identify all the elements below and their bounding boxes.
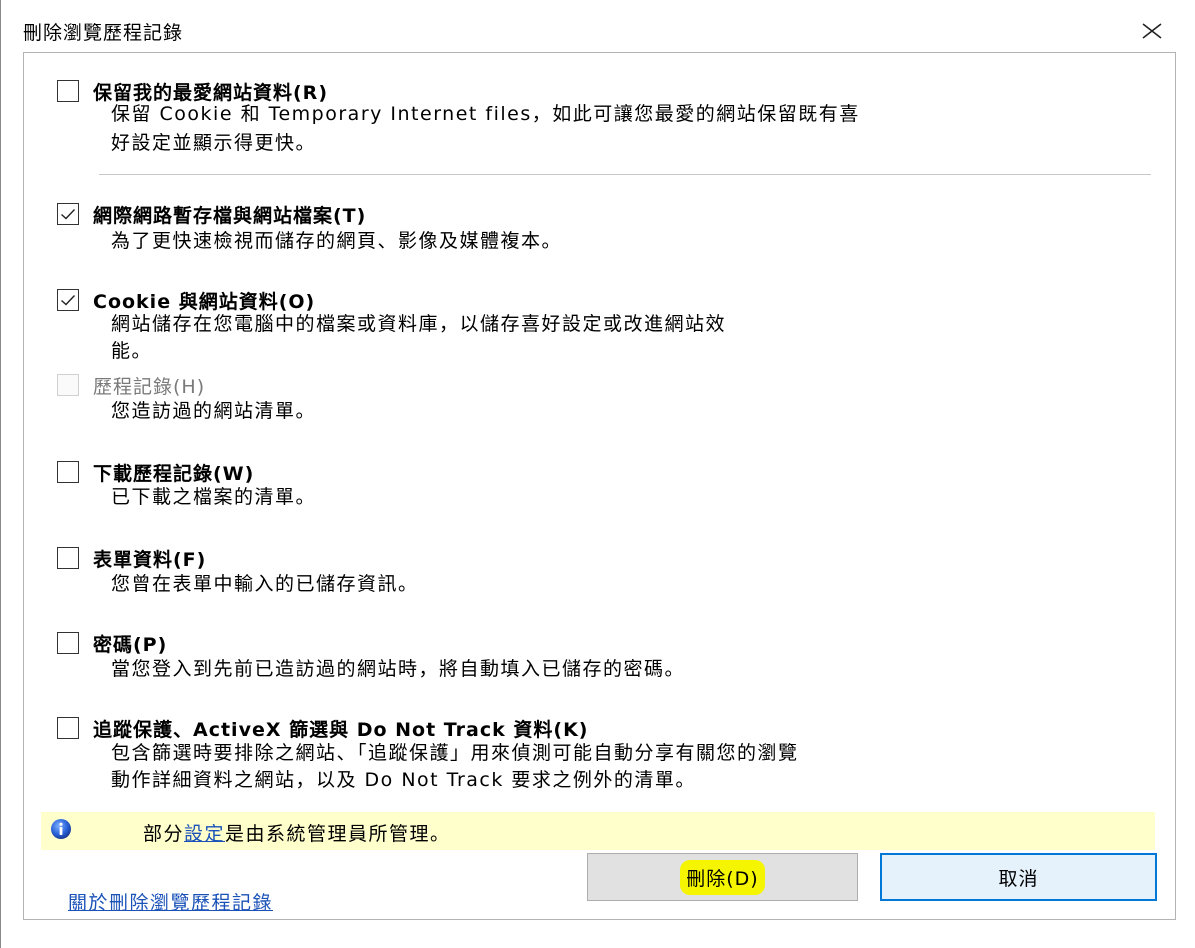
checkmark-icon xyxy=(61,295,76,306)
passwords-checkbox[interactable] xyxy=(57,632,79,654)
settings-link[interactable]: 設定 xyxy=(184,823,225,845)
download-history-checkbox[interactable] xyxy=(57,461,79,483)
info-text: 部分設定是由系統管理員所管理。 xyxy=(143,819,451,846)
cookies-checkbox[interactable] xyxy=(57,289,79,311)
delete-button[interactable]: 刪除(D) xyxy=(587,853,858,901)
tracking-protection-checkbox[interactable] xyxy=(57,717,79,739)
delete-button-label: 刪除(D) xyxy=(680,859,765,895)
history-desc: 您造訪過的網站清單。 xyxy=(111,400,317,422)
temporary-internet-files-desc: 為了更快速檢視而儲存的網頁、影像及媒體複本。 xyxy=(111,230,563,252)
download-history-desc: 已下載之檔案的清單。 xyxy=(111,486,317,508)
info-prefix: 部分 xyxy=(143,823,185,845)
history-checkbox xyxy=(57,374,79,396)
admin-managed-infobar: 部分設定是由系統管理員所管理。 xyxy=(41,812,1155,850)
delete-browsing-history-dialog: 刪除瀏覽歷程記錄 保留我的最愛網站資料(R) 保留 Cookie 和 Tempo… xyxy=(0,0,1195,948)
tracking-protection-label: 追蹤保護、ActiveX 篩選與 Do Not Track 資料(K) xyxy=(93,719,589,741)
close-icon[interactable] xyxy=(1137,16,1167,46)
history-label: 歷程記錄(H) xyxy=(93,376,206,398)
preserve-favorites-checkbox[interactable] xyxy=(57,80,79,102)
preserve-favorites-desc-line-1: 保留 Cookie 和 Temporary Internet files，如此可… xyxy=(111,103,860,125)
info-icon xyxy=(51,819,71,839)
passwords-label: 密碼(P) xyxy=(93,634,168,656)
about-delete-history-link[interactable]: 關於刪除瀏覽歷程記錄 xyxy=(68,888,273,915)
temporary-internet-files-label: 網際網路暫存檔與網站檔案(T) xyxy=(93,205,367,227)
cancel-button[interactable]: 取消 xyxy=(880,853,1157,901)
temporary-internet-files-checkbox[interactable] xyxy=(57,203,79,225)
passwords-desc: 當您登入到先前已造訪過的網站時，將自動填入已儲存的密碼。 xyxy=(111,658,686,680)
tracking-protection-desc-line-2: 動作詳細資料之網站，以及 Do Not Track 要求之例外的清單。 xyxy=(111,769,696,791)
form-data-label: 表單資料(F) xyxy=(93,549,207,571)
form-data-checkbox[interactable] xyxy=(57,547,79,569)
info-suffix: 是由系統管理員所管理。 xyxy=(225,823,451,845)
cookies-desc-line-1: 網站儲存在您電腦中的檔案或資料庫，以儲存喜好設定或改進網站效 xyxy=(111,313,727,335)
cookies-desc-line-2: 能。 xyxy=(111,340,153,362)
dialog-title: 刪除瀏覽歷程記錄 xyxy=(23,22,184,44)
tracking-protection-desc-line-1: 包含篩選時要排除之網站、「追蹤保護」用來偵測可能自動分享有關您的瀏覽 xyxy=(111,742,799,764)
download-history-label: 下載歷程記錄(W) xyxy=(93,463,255,485)
preserve-favorites-desc-line-2: 好設定並顯示得更快。 xyxy=(111,132,317,154)
divider xyxy=(99,174,1151,175)
checkmark-icon xyxy=(61,209,76,220)
form-data-desc: 您曾在表單中輸入的已儲存資訊。 xyxy=(111,573,419,595)
